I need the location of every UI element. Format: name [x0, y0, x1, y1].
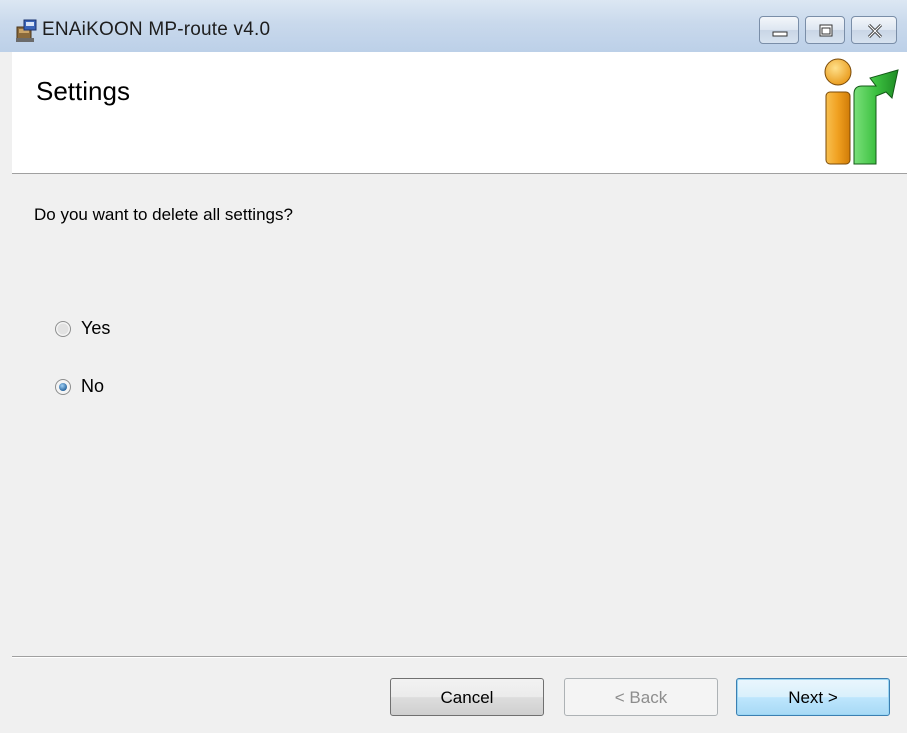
radio-label-no[interactable]: No: [81, 376, 104, 397]
back-button[interactable]: < Back: [564, 678, 718, 716]
enaikoon-logo: [824, 58, 899, 165]
title-bar[interactable]: ENAiKOON MP-route v4.0: [0, 0, 907, 52]
installer-window: ENAiKOON MP-route v4.0 Settings Do you w…: [0, 0, 907, 733]
close-icon: [867, 23, 883, 39]
radio-label-yes[interactable]: Yes: [81, 318, 110, 339]
window-title: ENAiKOON MP-route v4.0: [42, 19, 271, 40]
cancel-button[interactable]: Cancel: [390, 678, 544, 716]
page-title: Settings: [36, 76, 130, 106]
radio-unchecked-icon[interactable]: [54, 320, 72, 338]
delete-settings-question: Do you want to delete all settings?: [34, 205, 293, 224]
maximize-icon: [819, 24, 833, 37]
footer-divider: [12, 656, 907, 658]
next-button[interactable]: Next >: [736, 678, 890, 716]
header-banner: Settings: [12, 52, 907, 174]
minimize-icon: [772, 31, 788, 37]
maximize-button[interactable]: [805, 16, 845, 44]
close-button[interactable]: [851, 16, 897, 44]
radio-checked-icon[interactable]: [54, 378, 72, 396]
minimize-button[interactable]: [759, 16, 799, 44]
installer-icon: [16, 19, 37, 42]
